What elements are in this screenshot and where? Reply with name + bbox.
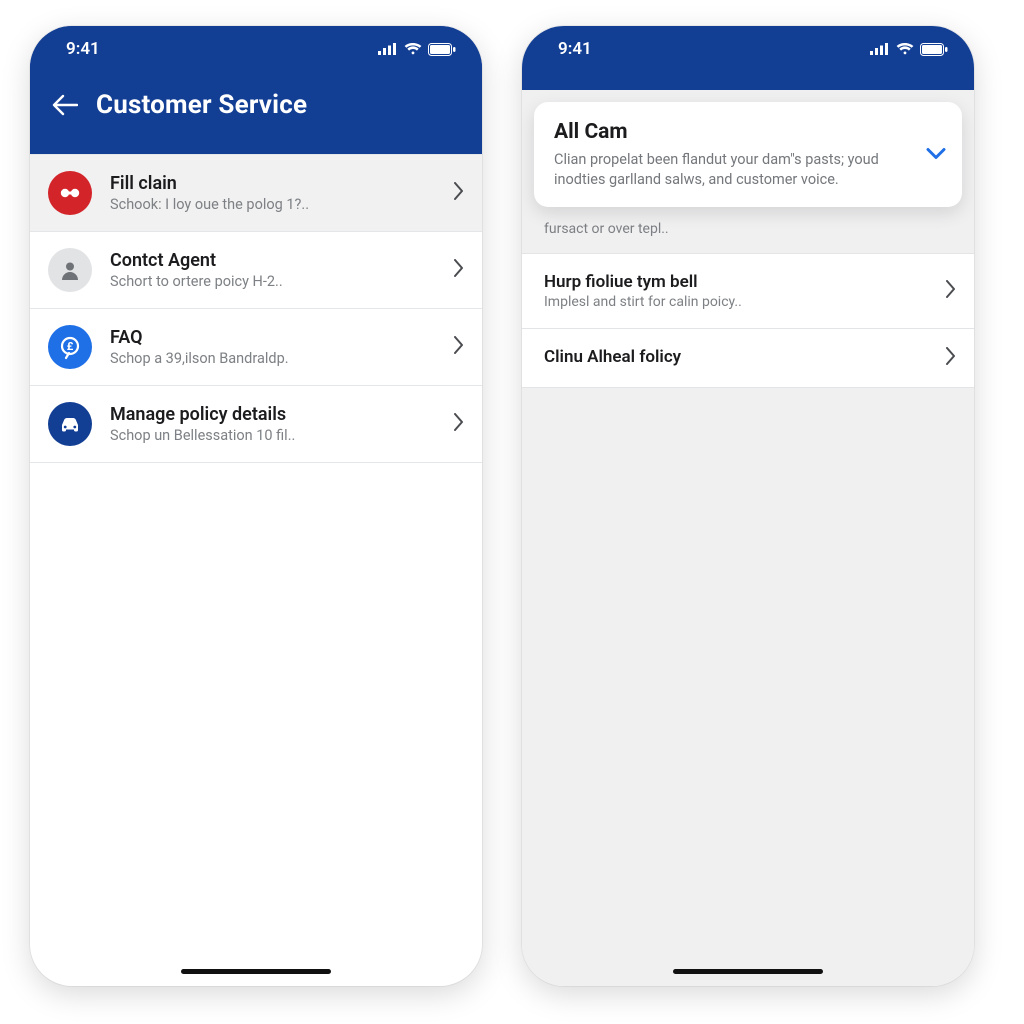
chevron-right-icon [454,182,464,204]
overflow-text: fursact or over tepl.. [522,207,974,254]
list-item-text: Clinu Alheal folicy [544,347,932,369]
status-time: 9:41 [66,39,100,59]
cellular-icon [870,43,890,55]
chevron-right-icon [454,413,464,435]
card-title: All Cam [554,120,912,144]
expand-card[interactable]: All Cam Clian propelat been flandut your… [534,102,962,207]
menu-item-contact-agent[interactable]: Contct Agent Schort to ortere poicy H-2.… [30,232,482,309]
menu-item-subtitle: Schop a 39,ilson Bandraldp. [110,350,436,367]
list-item-text: Hurp fioliue tym bell Implesl and stirt … [544,272,932,310]
menu-item-text: Contct Agent Schort to ortere poicy H-2.… [110,250,436,290]
battery-icon [920,43,948,56]
status-bar: 9:41 [522,26,974,72]
back-arrow-icon [52,94,78,116]
home-indicator[interactable] [673,969,823,974]
menu-item-text: FAQ Schop a 39,ilson Bandraldp. [110,327,436,367]
menu-item-fill-claim[interactable]: Fill clain Schook: I loy oue the polog 1… [30,154,482,232]
header: 9:41 [522,26,974,90]
body: All Cam Clian propelat been flandut your… [522,90,974,986]
menu-item-title: FAQ [110,327,436,348]
wifi-icon [404,43,422,55]
chevron-right-icon [946,280,956,302]
status-bar: 9:41 [30,26,482,72]
list-item[interactable]: Clinu Alheal folicy [522,329,974,388]
menu-item-manage-policy[interactable]: Manage policy details Schop un Bellessat… [30,386,482,463]
menu-item-title: Manage policy details [110,404,436,425]
menu-item-title: Fill clain [110,173,436,194]
menu-item-subtitle: Schop un Bellessation 10 fil.. [110,427,436,444]
cellular-icon [378,43,398,55]
home-indicator[interactable] [181,969,331,974]
status-icons [870,43,948,56]
chevron-down-icon [926,145,946,164]
menu-item-text: Fill clain Schook: I loy oue the polog 1… [110,173,436,213]
agent-icon [48,248,92,292]
list-item[interactable]: Hurp fioliue tym bell Implesl and stirt … [522,254,974,329]
chevron-right-icon [454,336,464,358]
list-item-subtitle: Implesl and stirt for calin poicy.. [544,294,932,310]
list-item-title: Clinu Alheal folicy [544,347,932,367]
faq-icon: £ [48,325,92,369]
menu-list: Fill clain Schook: I loy oue the polog 1… [30,154,482,463]
page-title: Customer Service [96,90,307,120]
fill-claim-icon [48,171,92,215]
menu-item-subtitle: Schort to ortere poicy H-2.. [110,273,436,290]
back-button[interactable] [52,94,78,116]
menu-item-title: Contct Agent [110,250,436,271]
phone-right: 9:41 All Cam Clian propelat been flandut… [522,26,974,986]
menu-item-subtitle: Schook: I loy oue the polog 1?.. [110,196,436,213]
svg-text:£: £ [67,340,74,353]
menu-item-text: Manage policy details Schop un Bellessat… [110,404,436,444]
list-item-title: Hurp fioliue tym bell [544,272,932,292]
phone-left: 9:41 Customer Service Fill clain Schook:… [30,26,482,986]
header: 9:41 Customer Service [30,26,482,154]
wifi-icon [896,43,914,55]
card-description: Clian propelat been flandut your dam"s p… [554,150,912,189]
menu-item-faq[interactable]: £ FAQ Schop a 39,ilson Bandraldp. [30,309,482,386]
chevron-right-icon [946,347,956,369]
status-time: 9:41 [558,39,592,59]
chevron-right-icon [454,259,464,281]
header-row: Customer Service [30,72,482,154]
battery-icon [428,43,456,56]
car-icon [48,402,92,446]
status-icons [378,43,456,56]
